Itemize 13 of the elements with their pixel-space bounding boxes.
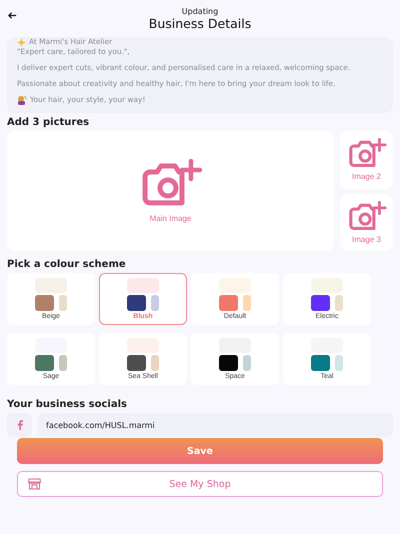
- page-title: Business Details: [148, 16, 252, 30]
- section-heading: Add 3 pictures: [6, 116, 90, 130]
- section-heading: Your business socials: [6, 398, 128, 412]
- description-field[interactable]: [7, 37, 393, 113]
- shop-icon: [28, 478, 41, 490]
- header-subtitle: Updating: [182, 6, 218, 16]
- social-link-field[interactable]: facebook.com/HUSL.marmi: [38, 413, 393, 437]
- camera-add-icon: [346, 138, 386, 170]
- section-heading: Pick a colour scheme: [6, 258, 127, 272]
- facebook-icon: [16, 420, 22, 430]
- back-arrow-icon: [8, 11, 17, 20]
- sparkle-icon: [17, 38, 26, 46]
- camera-add-icon: [346, 200, 386, 232]
